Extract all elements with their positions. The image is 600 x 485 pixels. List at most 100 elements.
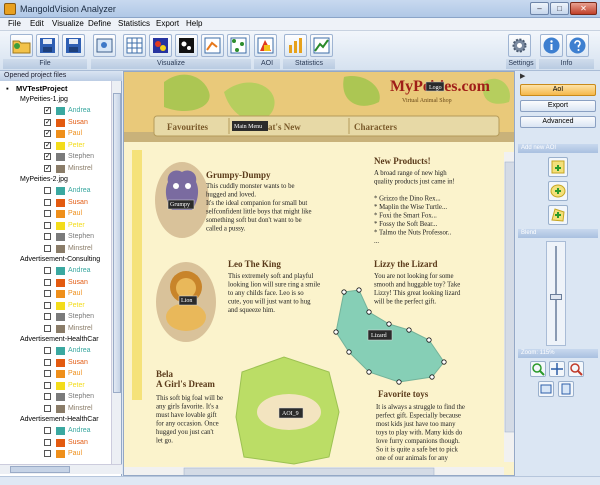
minimize-button[interactable]: – <box>530 2 549 15</box>
tree-subject[interactable]: Susan <box>32 277 111 288</box>
tree-subject[interactable]: Susan <box>32 357 111 368</box>
pan-button[interactable] <box>549 361 565 377</box>
subject-checkbox[interactable] <box>44 438 51 446</box>
tree-subject[interactable]: Stephen <box>32 391 111 402</box>
tree-subject[interactable]: Andrea <box>32 425 111 436</box>
menu-file[interactable]: File <box>8 19 21 28</box>
tree-subject[interactable]: Minstrel <box>32 323 111 334</box>
fit-page-button[interactable] <box>558 381 574 397</box>
subject-checkbox[interactable] <box>44 301 51 309</box>
subject-checkbox[interactable]: ✓ <box>44 107 51 114</box>
subject-checkbox[interactable]: ✓ <box>44 141 51 149</box>
open-folder-button[interactable] <box>10 34 33 57</box>
subject-checkbox[interactable] <box>44 278 51 286</box>
subject-checkbox[interactable] <box>44 347 51 354</box>
menu-edit[interactable]: Edit <box>30 19 44 28</box>
tree-subject[interactable]: Stephen <box>32 231 111 242</box>
subject-checkbox[interactable] <box>44 313 51 320</box>
subject-checkbox[interactable]: ✓ <box>44 130 51 137</box>
tree-subject[interactable]: ✓ Minstrel <box>32 163 111 174</box>
aoi-tab-button[interactable]: AoI <box>520 84 596 96</box>
help-button[interactable] <box>566 34 589 57</box>
heatmap-button[interactable] <box>149 34 172 57</box>
subject-checkbox[interactable] <box>44 210 51 217</box>
settings-button[interactable] <box>508 34 531 57</box>
add-ellipse-aoi-button[interactable] <box>548 181 568 201</box>
tree-subject[interactable]: Paul <box>32 368 111 379</box>
aoi-button[interactable] <box>254 34 277 57</box>
maximize-button[interactable]: □ <box>550 2 569 15</box>
menu-visualize[interactable]: Visualize <box>52 19 84 28</box>
focus-map-button[interactable] <box>175 34 198 57</box>
subject-checkbox[interactable] <box>44 393 51 400</box>
tree-subject[interactable]: Peter <box>32 220 111 231</box>
subject-checkbox[interactable] <box>44 450 51 457</box>
subject-checkbox[interactable] <box>44 187 51 194</box>
scan-path-button[interactable] <box>227 34 250 57</box>
slider-thumb[interactable] <box>550 294 562 300</box>
tree-subject[interactable]: Paul <box>32 208 111 219</box>
subject-checkbox[interactable] <box>44 381 51 389</box>
tree-subject[interactable]: Andrea <box>32 345 111 356</box>
subject-checkbox[interactable] <box>44 370 51 377</box>
advanced-tab-button[interactable]: Advanced <box>520 116 596 128</box>
menu-help[interactable]: Help <box>186 19 202 28</box>
subject-checkbox[interactable] <box>44 358 51 366</box>
subject-checkbox[interactable]: ✓ <box>44 164 51 172</box>
menu-export[interactable]: Export <box>156 19 179 28</box>
add-polygon-aoi-button[interactable] <box>548 205 568 225</box>
menu-statistics[interactable]: Statistics <box>118 19 150 28</box>
bar-chart-button[interactable] <box>284 34 307 57</box>
scrollbar-thumb[interactable] <box>10 466 70 473</box>
tree-subject[interactable]: ✓ Peter <box>32 140 111 151</box>
tree-horizontal-scrollbar[interactable] <box>0 464 122 474</box>
fit-width-button[interactable] <box>538 381 554 397</box>
subject-checkbox[interactable] <box>44 267 51 274</box>
tree-vertical-scrollbar[interactable] <box>111 81 121 464</box>
tree-subject[interactable]: ✓ Paul <box>32 128 111 139</box>
subject-checkbox[interactable] <box>44 427 51 434</box>
menu-define[interactable]: Define <box>88 19 111 28</box>
blend-slider[interactable] <box>546 241 566 346</box>
tree-subject[interactable]: Paul <box>32 288 111 299</box>
subject-checkbox[interactable]: ✓ <box>44 153 51 160</box>
close-button[interactable]: ✕ <box>570 2 597 15</box>
subject-checkbox[interactable]: ✓ <box>44 118 51 126</box>
nav-favourites[interactable]: Favourites <box>167 122 208 132</box>
statistics-button[interactable] <box>310 34 333 57</box>
tree-subject[interactable]: Andrea <box>32 185 111 196</box>
export-tab-button[interactable]: Export <box>520 100 596 112</box>
tree-subject[interactable]: Andrea <box>32 265 111 276</box>
subject-checkbox[interactable] <box>44 198 51 206</box>
add-rectangle-aoi-button[interactable] <box>548 157 568 177</box>
scrollbar-thumb[interactable] <box>113 93 121 393</box>
subject-checkbox[interactable] <box>44 324 51 332</box>
tree-subject[interactable]: Peter <box>32 380 111 391</box>
subject-checkbox[interactable] <box>44 221 51 229</box>
nav-characters[interactable]: Characters <box>354 122 397 132</box>
tree-subject[interactable]: ✓ Stephen <box>32 151 111 162</box>
view-image-button[interactable] <box>93 34 116 57</box>
image-canvas[interactable]: MyPeities.com Virtual Animal Shop Logo F… <box>123 71 515 476</box>
tree-subject[interactable]: Minstrel <box>32 243 111 254</box>
zoom-in-button[interactable] <box>530 361 546 377</box>
subject-checkbox[interactable] <box>44 404 51 412</box>
save-as-button[interactable] <box>62 34 85 57</box>
subject-checkbox[interactable] <box>44 244 51 252</box>
collapse-icon[interactable]: ▪ <box>6 83 9 94</box>
tree-subject[interactable]: Paul <box>32 448 111 459</box>
tree-subject[interactable]: ✓ Susan <box>32 117 111 128</box>
tree-subject[interactable]: Stephen <box>32 311 111 322</box>
tree-subject[interactable]: Peter <box>32 300 111 311</box>
subject-checkbox[interactable] <box>44 290 51 297</box>
grid-button[interactable] <box>123 34 146 57</box>
info-button[interactable] <box>540 34 563 57</box>
tree-subject[interactable]: ✓ Andrea <box>32 105 111 116</box>
subject-checkbox[interactable] <box>44 233 51 240</box>
tree-subject[interactable]: Susan <box>32 437 111 448</box>
tree-subject[interactable]: Minstrel <box>32 403 111 414</box>
stimulus-image[interactable]: MyPeities.com Virtual Animal Shop Logo F… <box>124 72 515 476</box>
gaze-plot-button[interactable] <box>201 34 224 57</box>
zoom-out-button[interactable] <box>568 361 584 377</box>
tree-subject[interactable]: Susan <box>32 197 111 208</box>
